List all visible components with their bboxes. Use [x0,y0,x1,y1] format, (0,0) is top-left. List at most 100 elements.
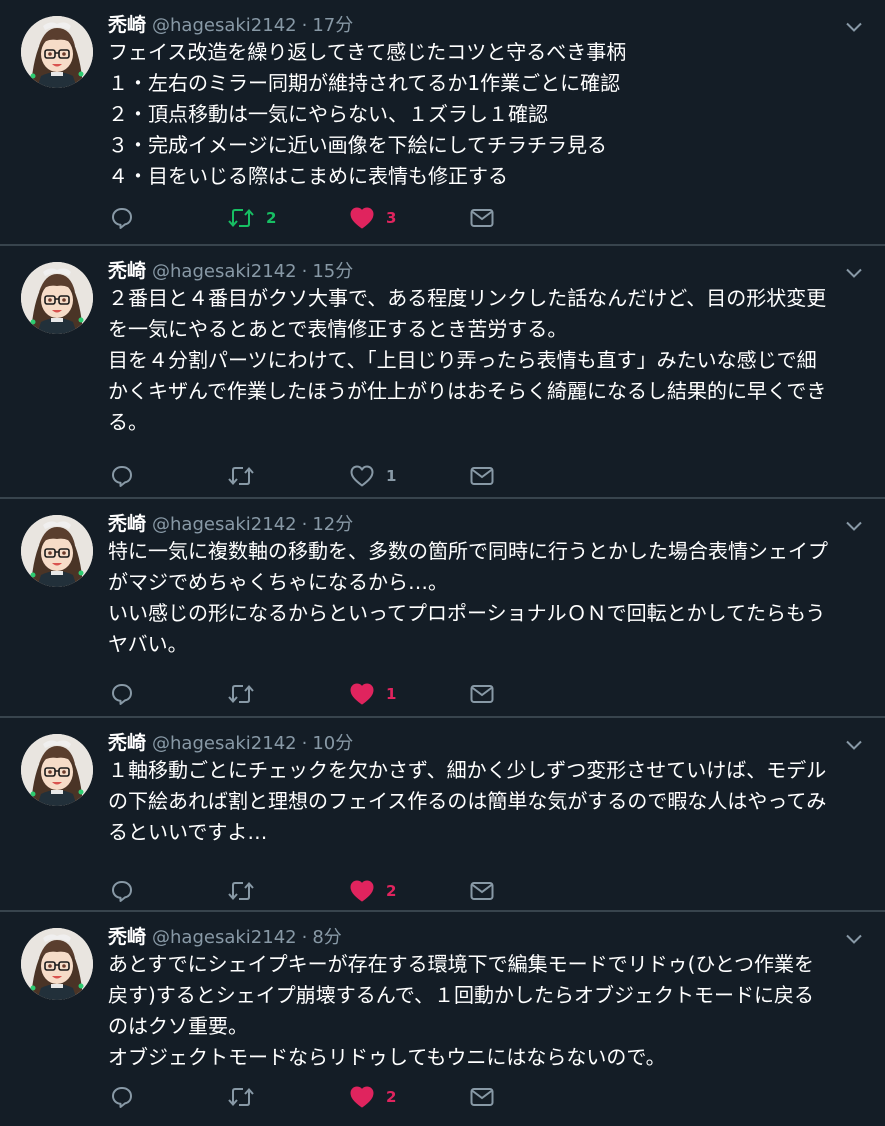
tweet-text: 特に一気に複数軸の移動を、多数の箇所で同時に行うとかした場合表情シェイプ がマジで… [108,536,868,660]
reply-button[interactable] [110,461,134,491]
retweet-icon [228,207,254,229]
retweet-icon [228,880,254,902]
display-name[interactable]: 禿崎 [108,256,146,283]
tweet[interactable]: 禿崎 @hagesaki2142 · 12分 特に一気に複数軸の移動を、多数の箇所で同時… [0,499,885,718]
tweet-header: 禿崎 @hagesaki2142 · 17分 [108,10,353,36]
chevron-down-icon[interactable] [845,517,863,531]
like-button[interactable]: 2 [350,876,396,906]
like-count: 1 [386,467,397,485]
tweet-text-line: ２・頂点移動は一気にやらない、１ズラし１確認 [108,102,548,126]
envelope-icon [470,881,494,901]
tweet[interactable]: 禿崎 @hagesaki2142 · 15分 ２番目と４番目がクソ大事で、ある程度リンク… [0,246,885,499]
chevron-down-icon[interactable] [845,736,863,750]
tweet-text-line: がマジでめちゃくちゃになるから…。 [108,570,448,594]
reply-button[interactable] [110,876,134,906]
user-handle[interactable]: @hagesaki2142 [152,15,297,36]
separator-dot: · [301,514,308,535]
tweet-header: 禿崎 @hagesaki2142 · 8分 [108,922,342,948]
direct-message-button[interactable] [470,876,494,906]
retweet-button[interactable] [228,1082,266,1112]
chevron-down-icon[interactable] [845,930,863,944]
like-button[interactable]: 1 [350,679,396,709]
tweet-text-line: フェイス改造を繰り返してきて感じたコツと守るべき事柄 [108,40,627,64]
action-bar: 2 [110,1082,510,1112]
timestamp[interactable]: 15分 [312,257,353,283]
like-button[interactable]: 3 [350,203,396,233]
heart-icon [350,465,374,487]
reply-button[interactable] [110,679,134,709]
avatar[interactable] [21,515,93,587]
tweet-text: フェイス改造を繰り返してきて感じたコツと守るべき事柄 １・左右のミラー同期が維持さ… [108,37,868,192]
chevron-down-icon[interactable] [845,264,863,278]
direct-message-button[interactable] [470,679,494,709]
tweet[interactable]: 禿崎 @hagesaki2142 · 8分 あとすでにシェイプキーが存在する環境下で編集… [0,912,885,1126]
tweet-text-line: １・左右のミラー同期が維持されてるか1作業ごとに確認 [108,71,621,95]
retweet-button[interactable] [228,876,266,906]
display-name[interactable]: 禿崎 [108,728,146,755]
tweet-text-line: を一気にやるとあとで表情修正するとき苦労する。 [108,317,568,341]
tweet-text-line: るといいですよ… [108,820,268,844]
avatar[interactable] [21,734,93,806]
display-name[interactable]: 禿崎 [108,922,146,949]
tweet-text: あとすでにシェイプキーが存在する環境下で編集モードでリドゥ(ひとつ作業を 戻す)す… [108,949,868,1073]
display-name[interactable]: 禿崎 [108,509,146,536]
tweet-header: 禿崎 @hagesaki2142 · 10分 [108,728,353,754]
reply-icon [110,464,134,488]
envelope-icon [470,466,494,486]
avatar[interactable] [21,928,93,1000]
avatar[interactable] [21,16,93,88]
user-handle[interactable]: @hagesaki2142 [152,261,297,282]
direct-message-button[interactable] [470,203,494,233]
tweet-text: ２番目と４番目がクソ大事で、ある程度リンクした話なんだけど、目の形状変更 を一気に… [108,283,868,438]
reply-icon [110,1085,134,1109]
tweet[interactable]: 禿崎 @hagesaki2142 · 17分 フェイス改造を繰り返してきて感じたコツと守… [0,0,885,246]
like-button[interactable]: 2 [350,1082,396,1112]
like-count: 2 [386,1088,397,1106]
tweet-text-line: いい感じの形になるからといってプロポーショナルＯＮで回転とかしてたらもう [108,601,826,625]
action-bar: 1 [110,679,510,709]
user-handle[interactable]: @hagesaki2142 [152,733,297,754]
tweet-text-line: ２番目と４番目がクソ大事で、ある程度リンクした話なんだけど、目の形状変更 [108,286,827,310]
separator-dot: · [301,733,308,754]
retweet-icon [228,1086,254,1108]
direct-message-button[interactable] [470,1082,494,1112]
action-bar: 23 [110,203,510,233]
reply-button[interactable] [110,1082,134,1112]
direct-message-button[interactable] [470,461,494,491]
tweet-text-line: １軸移動ごとにチェックを欠かさず、細かく少しずつ変形させていけば、モデル [108,758,827,782]
tweet-text-line: ４・目をいじる際はこまめに表情も修正する [108,164,508,188]
tweet[interactable]: 禿崎 @hagesaki2142 · 10分 １軸移動ごとにチェックを欠かさず、細かく少… [0,718,885,912]
timestamp[interactable]: 10分 [312,729,353,755]
chevron-down-icon[interactable] [845,18,863,32]
avatar[interactable] [21,262,93,334]
tweet-header: 禿崎 @hagesaki2142 · 12分 [108,509,353,535]
reply-button[interactable] [110,203,134,233]
tweet-header: 禿崎 @hagesaki2142 · 15分 [108,256,353,282]
timestamp[interactable]: 12分 [312,510,353,536]
reply-icon [110,206,134,230]
tweet-text-line: 特に一気に複数軸の移動を、多数の箇所で同時に行うとかした場合表情シェイプ [108,539,828,563]
retweet-button[interactable] [228,461,266,491]
user-handle[interactable]: @hagesaki2142 [152,927,297,948]
like-button[interactable]: 1 [350,461,396,491]
tweet-text-line: 目を４分割パーツにわけて、「上目じり弄ったら表情も直す」みたいな感じで細 [108,348,817,372]
timestamp[interactable]: 17分 [312,11,353,37]
reply-icon [110,682,134,706]
timestamp[interactable]: 8分 [312,923,341,949]
display-name[interactable]: 禿崎 [108,10,146,37]
retweet-button[interactable] [228,679,266,709]
separator-dot: · [301,927,308,948]
envelope-icon [470,208,494,228]
heart-icon [350,207,374,229]
user-handle[interactable]: @hagesaki2142 [152,514,297,535]
heart-icon [350,880,374,902]
like-count: 1 [386,685,397,703]
retweet-icon [228,465,254,487]
tweet-text-line: オブジェクトモードならリドゥしてもウニにはならないので。 [108,1045,666,1069]
tweet-text-line: かくキザんで作業したほうが仕上がりはおそらく綺麗になるし結果的に早くでき [108,379,827,403]
heart-icon [350,683,374,705]
retweet-button[interactable]: 2 [228,203,276,233]
reply-icon [110,879,134,903]
retweet-icon [228,683,254,705]
tweet-text-line: る。 [108,410,148,434]
